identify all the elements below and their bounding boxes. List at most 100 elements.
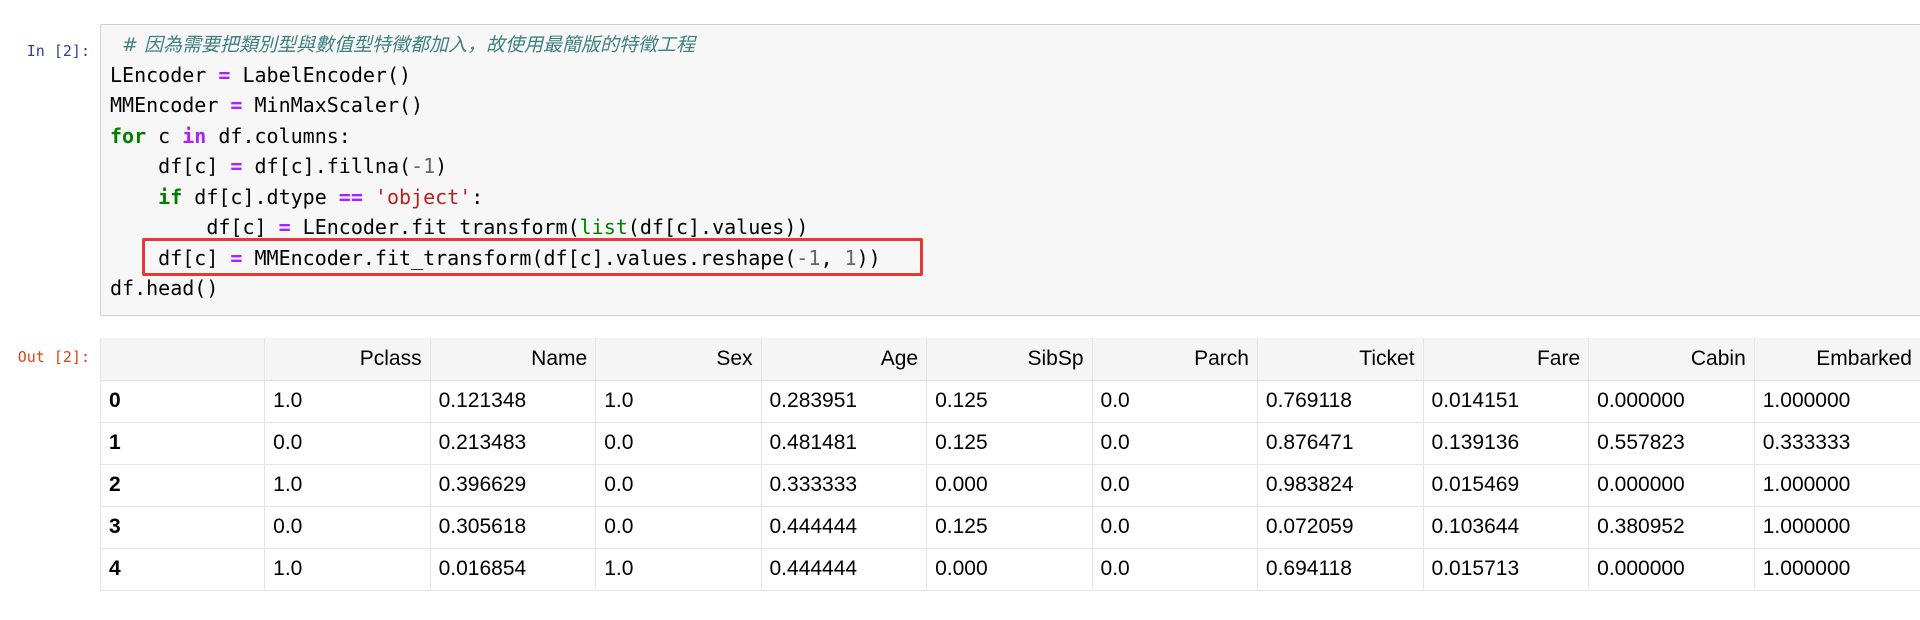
- code-token: LEncoder: [110, 62, 219, 87]
- output-area: Pclass Name Sex Age SibSp Parch Ticket F…: [99, 338, 1920, 591]
- code-line-4: for c in df.columns:: [110, 121, 881, 152]
- column-header: Cabin: [1588, 338, 1755, 381]
- column-header: Embarked: [1753, 338, 1920, 381]
- code-editor[interactable]: # 因為需要把類別型與數值型特徵都加入，故使用最簡版的特徵工程 LEncoder …: [110, 29, 881, 304]
- table-cell: 0.0: [1091, 548, 1258, 591]
- table-cell: 0.0: [264, 506, 431, 549]
- table-row: 3 0.0 0.305618 0.0 0.444444 0.125 0.0 0.072059 0…: [99, 506, 1920, 549]
- table-cell: 0.000000: [1588, 548, 1755, 591]
- code-line-9: df.head(): [110, 273, 881, 304]
- code-token: c: [146, 123, 183, 148]
- code-token: )): [856, 245, 881, 270]
- table-cell: 0.283951: [760, 380, 927, 423]
- code-line-2: LEncoder = LabelEncoder(): [110, 60, 881, 91]
- code-token: MMEncoder: [110, 93, 231, 117]
- table-cell: 0.769118: [1256, 380, 1424, 423]
- code-builtin: list: [579, 215, 628, 239]
- table-cell: 0.125: [926, 380, 1093, 423]
- column-header: Parch: [1091, 338, 1258, 381]
- code-operator: =: [230, 93, 243, 117]
- table-row: 4 1.0 0.016854 1.0 0.444444 0.000 0.0 0.694118 0…: [99, 548, 1920, 591]
- column-header: Age: [760, 338, 927, 381]
- code-number: -1: [411, 154, 436, 178]
- column-header: Sex: [595, 338, 761, 381]
- code-token: ): [435, 154, 448, 178]
- code-keyword: if: [110, 184, 183, 209]
- row-index: 2: [99, 464, 265, 507]
- code-line-7: df[c] = LEncoder.fit_transform(list(df[c…: [110, 212, 881, 243]
- row-index: 1: [99, 422, 265, 465]
- row-index: 0: [99, 380, 265, 423]
- table-cell: 0.983824: [1256, 464, 1424, 507]
- code-token: df[c].fillna(: [242, 154, 412, 178]
- table-cell: 0.000: [926, 548, 1093, 591]
- code-number: -1: [796, 245, 821, 270]
- table-cell: 0.481481: [760, 422, 927, 465]
- code-token: df[c].dtype: [182, 184, 339, 209]
- code-comment: # 因為需要把類別型與數值型特徵都加入，故使用最簡版的特徵工程: [122, 34, 696, 56]
- code-string: 'object': [362, 184, 472, 209]
- table-cell: 0.015713: [1422, 548, 1589, 591]
- table-cell: 0.557823: [1588, 422, 1755, 465]
- table-row: 2 1.0 0.396629 0.0 0.333333 0.000 0.0 0.983824 0…: [99, 464, 1920, 507]
- table-cell: 1.0: [264, 380, 431, 423]
- code-operator: =: [218, 62, 231, 87]
- table-cell: 0.015469: [1422, 464, 1589, 507]
- index-header: [99, 338, 265, 381]
- column-header: Pclass: [264, 338, 431, 381]
- code-token: (df[c].values)): [627, 215, 809, 239]
- table-cell: 0.0: [264, 422, 431, 465]
- column-header: Name: [429, 338, 596, 381]
- table-cell: 0.876471: [1256, 422, 1424, 465]
- table-cell: 1.000000: [1753, 380, 1920, 423]
- column-header: Fare: [1422, 338, 1589, 381]
- table-cell: 0.396629: [429, 464, 596, 507]
- table-cell: 0.305618: [429, 506, 596, 549]
- code-token: df[c]: [110, 245, 231, 270]
- code-token: df.columns:: [206, 123, 351, 148]
- table-cell: 1.000000: [1753, 548, 1920, 591]
- table-cell: 0.0: [1091, 422, 1258, 465]
- table-cell: 0.000000: [1588, 464, 1755, 507]
- input-prompt: In [2]:: [26, 42, 90, 60]
- table-cell: 1.000000: [1753, 506, 1920, 549]
- code-operator: =: [278, 215, 291, 239]
- column-header: SibSp: [926, 338, 1093, 381]
- table-cell: 0.0: [595, 464, 761, 507]
- code-number: 1: [844, 245, 857, 270]
- table-cell: 0.380952: [1588, 506, 1755, 549]
- table-cell: 0.333333: [760, 464, 927, 507]
- code-line-6: if df[c].dtype == 'object':: [110, 182, 881, 213]
- table-cell: 0.0: [595, 422, 761, 465]
- table-cell: 0.0: [1091, 464, 1258, 507]
- table-cell: 0.000: [926, 464, 1093, 507]
- table-row: 0 1.0 0.121348 1.0 0.283951 0.125 0.0 0.769118 0…: [99, 380, 1920, 423]
- table-cell: 0.072059: [1256, 506, 1424, 549]
- table-cell: 0.139136: [1422, 422, 1589, 465]
- dataframe-table: Pclass Name Sex Age SibSp Parch Ticket F…: [99, 338, 1920, 591]
- code-line-3: MMEncoder = MinMaxScaler(): [110, 90, 881, 121]
- code-token: :: [471, 184, 484, 209]
- code-cell[interactable]: # 因為需要把類別型與數值型特徵都加入，故使用最簡版的特徵工程 LEncoder …: [100, 24, 1920, 316]
- table-cell: 0.444444: [760, 506, 927, 549]
- output-prompt: Out [2]:: [17, 348, 90, 366]
- table-cell: 0.103644: [1422, 506, 1589, 549]
- table-cell: 1.000000: [1753, 464, 1920, 507]
- table-cell: 0.0: [1091, 506, 1258, 549]
- table-header-row: Pclass Name Sex Age SibSp Parch Ticket F…: [99, 338, 1920, 381]
- table-cell: 1.0: [264, 548, 431, 591]
- table-cell: 0.016854: [429, 548, 596, 591]
- table-cell: 0.444444: [760, 548, 927, 591]
- code-keyword: for: [110, 123, 147, 148]
- table-cell: 0.333333: [1753, 422, 1920, 465]
- table-cell: 0.000000: [1588, 380, 1755, 423]
- code-line-1: # 因為需要把類別型與數值型特徵都加入，故使用最簡版的特徵工程: [110, 29, 881, 60]
- code-operator: ==: [338, 184, 363, 209]
- table-cell: 0.694118: [1256, 548, 1424, 591]
- code-token: df[c]: [110, 154, 231, 178]
- code-token: ,: [820, 245, 845, 270]
- table-cell: 0.0: [595, 506, 761, 549]
- table-cell: 0.213483: [429, 422, 596, 465]
- row-index: 3: [99, 506, 265, 549]
- table-cell: 1.0: [264, 464, 431, 507]
